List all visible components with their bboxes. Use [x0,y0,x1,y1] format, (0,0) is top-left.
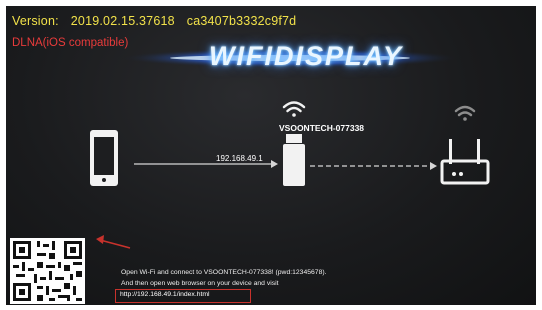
dongle-icon [283,134,305,186]
ip-address-label: 192.168.49.1 [216,154,263,163]
instruction-line-2: And then open web browser on your device… [121,280,279,287]
arrow-dongle-to-router [310,162,437,170]
connection-instructions: Open Wi-Fi and connect to VSOONTECH-0773… [121,267,327,289]
red-arrow [96,235,131,249]
qr-code[interactable] [10,238,85,304]
connection-diagram [90,101,490,249]
device-ssid-label: VSOONTECH-077338 [279,123,365,133]
config-url-link[interactable]: http://192.168.49.1/index.html [120,291,210,298]
instruction-line-1: Open Wi-Fi and connect to VSOONTECH-0773… [121,269,327,276]
router-icon [440,139,490,185]
wifi-icon [282,101,306,117]
router-wifi-icon [454,105,476,121]
tv-screen: Version: 2019.02.15.37618 ca3407b3332c9f7d… [6,6,536,305]
phone-icon [90,130,118,186]
